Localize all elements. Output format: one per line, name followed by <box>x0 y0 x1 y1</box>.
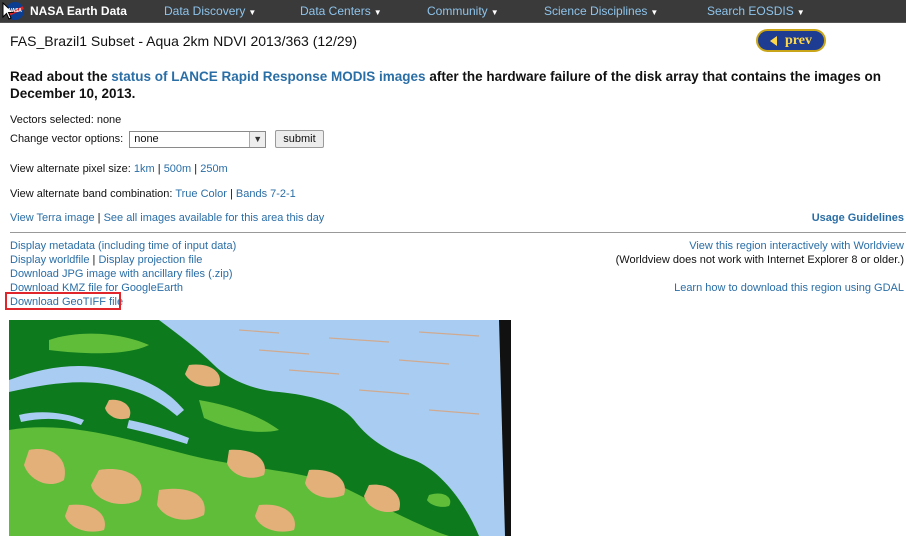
notice-text-before: Read about the <box>10 69 112 84</box>
vectors-selected-text: Vectors selected: none <box>10 114 122 126</box>
nav-data-centers[interactable]: Data Centers ▼ <box>300 0 382 22</box>
worldfile-row: Display worldfile | Display projection f… <box>10 254 203 266</box>
pixel-size-250m-link[interactable]: 250m <box>200 163 228 175</box>
caret-down-icon: ▼ <box>796 8 805 17</box>
gdal-block: Learn how to download this region using … <box>674 282 904 294</box>
nav-science-disciplines[interactable]: Science Disciplines ▼ <box>544 0 658 22</box>
bands-721-link[interactable]: Bands 7-2-1 <box>236 188 296 200</box>
usage-guidelines-link[interactable]: Usage Guidelines <box>812 212 904 224</box>
caret-down-icon: ▼ <box>373 8 382 17</box>
download-jpg-link[interactable]: Download JPG image with ancillary files … <box>10 268 233 280</box>
chevron-down-icon: ▼ <box>249 131 266 147</box>
gdal-link[interactable]: Learn how to download this region using … <box>674 282 904 294</box>
display-metadata-link[interactable]: Display metadata (including time of inpu… <box>10 240 236 252</box>
caret-down-icon: ▼ <box>490 8 499 17</box>
ndvi-satellite-image[interactable] <box>9 320 511 536</box>
nav-data-discovery[interactable]: Data Discovery ▼ <box>164 0 256 22</box>
arrow-left-icon <box>770 35 778 46</box>
submit-button[interactable]: submit <box>275 130 324 148</box>
true-color-link[interactable]: True Color <box>175 188 227 200</box>
vector-options-row: Change vector options: none ▼ submit <box>10 130 324 148</box>
see-all-images-link[interactable]: See all images available for this area t… <box>104 212 325 224</box>
nav-search-eosdis[interactable]: Search EOSDIS ▼ <box>707 0 805 22</box>
prev-button[interactable]: prev <box>756 29 826 52</box>
vector-options-label: Change vector options: <box>10 132 124 145</box>
view-terra-image-link[interactable]: View Terra image <box>10 212 95 224</box>
pixel-size-1km-link[interactable]: 1km <box>134 163 155 175</box>
nasa-earth-data-brand[interactable]: NASA NASA Earth Data <box>0 0 127 22</box>
worldview-block: View this region interactively with Worl… <box>689 240 904 252</box>
alternate-images-row: View Terra image | See all images availa… <box>10 212 325 224</box>
highlight-box <box>5 292 121 310</box>
jpg-row: Download JPG image with ancillary files … <box>10 268 233 280</box>
brand-label: NASA Earth Data <box>30 4 127 18</box>
pixel-size-500m-link[interactable]: 500m <box>164 163 192 175</box>
caret-down-icon: ▼ <box>650 8 659 17</box>
vector-options-value: none <box>134 132 159 145</box>
vector-options-select[interactable]: none ▼ <box>129 130 267 148</box>
caret-down-icon: ▼ <box>248 8 257 17</box>
pixel-size-label: View alternate pixel size: <box>10 163 134 175</box>
page-title: FAS_Brazil1 Subset - Aqua 2km NDVI 2013/… <box>10 33 358 49</box>
band-combination-row: View alternate band combination: True Co… <box>10 188 296 200</box>
disk-failure-notice: Read about the status of LANCE Rapid Res… <box>10 68 890 102</box>
prev-label: prev <box>785 32 812 48</box>
divider <box>10 232 906 233</box>
nav-community[interactable]: Community ▼ <box>427 0 499 22</box>
metadata-row: Display metadata (including time of inpu… <box>10 240 236 252</box>
lance-status-link[interactable]: status of LANCE Rapid Response MODIS ima… <box>111 69 425 84</box>
top-nav-bar: NASA NASA Earth Data Data Discovery ▼ Dat… <box>0 0 906 23</box>
pixel-size-row: View alternate pixel size: 1km | 500m | … <box>10 163 228 175</box>
worldview-note: (Worldview does not work with Internet E… <box>615 254 904 266</box>
display-worldfile-link[interactable]: Display worldfile <box>10 254 89 266</box>
display-projection-link[interactable]: Display projection file <box>98 254 202 266</box>
worldview-link[interactable]: View this region interactively with Worl… <box>689 240 904 252</box>
band-combination-label: View alternate band combination: <box>10 188 176 200</box>
